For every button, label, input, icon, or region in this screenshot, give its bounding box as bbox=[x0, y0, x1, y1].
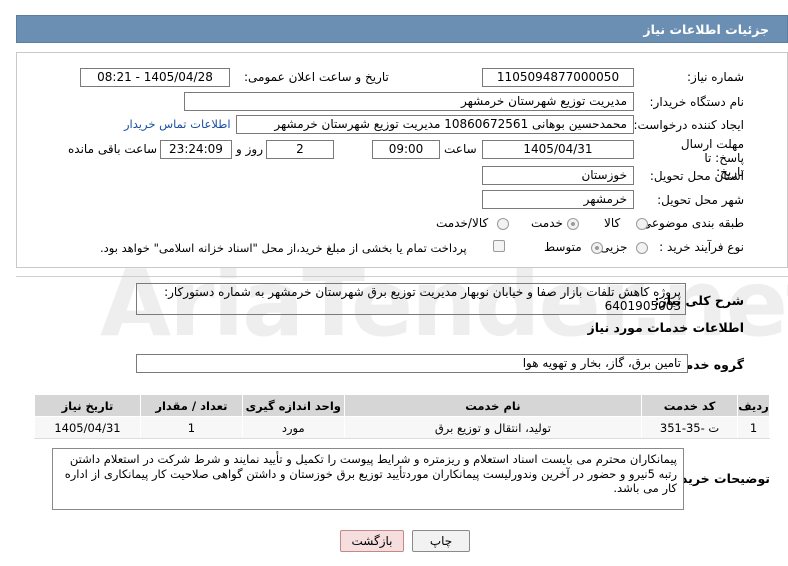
page-title: جزئیات اطلاعات نیاز bbox=[643, 22, 769, 37]
print-button[interactable]: چاپ bbox=[412, 530, 470, 552]
page-header: جزئیات اطلاعات نیاز bbox=[16, 15, 788, 43]
announce-datetime-label: تاریخ و ساعت اعلان عمومی: bbox=[244, 70, 389, 84]
province-label: استان محل تحویل: bbox=[649, 169, 744, 183]
col-unit: واحد اندازه گیری bbox=[241, 394, 345, 417]
category-option-service: خدمت bbox=[531, 216, 563, 230]
summary-field: پروژه کاهش تلفات بازار صفا و خیابان نوبه… bbox=[136, 283, 686, 315]
process-type-label: نوع فرآیند خرید : bbox=[659, 240, 744, 254]
deadline-date-field: 1405/04/31 bbox=[482, 140, 634, 159]
city-label: شهر محل تحویل: bbox=[657, 193, 744, 207]
category-radio-goods[interactable] bbox=[636, 218, 648, 230]
requester-field: محمدحسین بوهانی 10860672561 مدیریت توزیع… bbox=[236, 115, 634, 134]
process-option-minor: جزیی bbox=[600, 240, 628, 254]
need-number-field: 1105094877000050 bbox=[482, 68, 634, 87]
col-row-number: ردیف bbox=[737, 394, 770, 417]
col-need-date: تاریخ نیاز bbox=[34, 394, 141, 417]
buyer-org-field: مدیریت توزیع شهرستان خرمشهر bbox=[184, 92, 634, 111]
requester-label: ایجاد کننده درخواست: bbox=[633, 118, 744, 132]
col-service-code: کد خدمت bbox=[641, 394, 739, 417]
need-number-label: شماره نیاز: bbox=[687, 70, 744, 84]
category-option-goods: کالا bbox=[604, 216, 621, 230]
buyer-notes-field: پیمانکاران محترم می بایست اسناد استعلام … bbox=[52, 448, 684, 510]
back-button[interactable]: بازگشت bbox=[340, 530, 404, 552]
col-quantity: تعداد / مقدار bbox=[139, 394, 243, 417]
remaining-time-label: ساعت باقی مانده bbox=[68, 142, 158, 156]
deadline-days-label: روز و bbox=[236, 142, 263, 156]
deadline-time-label: ساعت bbox=[444, 142, 477, 156]
category-label: طبقه بندی موضوعی: bbox=[637, 216, 744, 230]
table-header-row: ردیف کد خدمت نام خدمت واحد اندازه گیری ت… bbox=[34, 394, 770, 417]
services-table: ردیف کد خدمت نام خدمت واحد اندازه گیری ت… bbox=[34, 394, 770, 439]
service-group-field: تامین برق، گاز، بخار و تهویه هوا bbox=[136, 354, 688, 373]
category-radio-service[interactable] bbox=[567, 218, 579, 230]
province-field: خوزستان bbox=[482, 166, 634, 185]
cell-service-name: تولید، انتقال و توزیع برق bbox=[343, 416, 643, 439]
cell-row-number: 1 bbox=[737, 416, 770, 439]
buyer-contact-link[interactable]: اطلاعات تماس خریدار bbox=[124, 117, 231, 131]
divider bbox=[16, 276, 788, 277]
cell-unit: مورد bbox=[241, 416, 345, 439]
cell-need-date: 1405/04/31 bbox=[34, 416, 141, 439]
cell-quantity: 1 bbox=[139, 416, 243, 439]
announce-datetime-field: 1405/04/28 - 08:21 bbox=[80, 68, 230, 87]
col-service-name: نام خدمت bbox=[343, 394, 643, 417]
city-field: خرمشهر bbox=[482, 190, 634, 209]
remaining-time-field: 23:24:09 bbox=[160, 140, 232, 159]
treasury-payment-checkbox[interactable] bbox=[493, 240, 505, 252]
process-radio-medium[interactable] bbox=[591, 242, 603, 254]
process-option-medium: متوسط bbox=[544, 240, 582, 254]
category-radio-goods-service[interactable] bbox=[497, 218, 509, 230]
deadline-time-field: 09:00 bbox=[372, 140, 440, 159]
process-radio-minor[interactable] bbox=[636, 242, 648, 254]
services-section-title: اطلاعات خدمات مورد نیاز bbox=[587, 320, 745, 335]
cell-service-code: ت -35-351 bbox=[641, 416, 739, 439]
deadline-days-field: 2 bbox=[266, 140, 334, 159]
table-row: 1 ت -35-351 تولید، انتقال و توزیع برق مو… bbox=[34, 416, 770, 439]
category-option-goods-service: کالا/خدمت bbox=[436, 216, 489, 230]
buyer-org-label: نام دستگاه خریدار: bbox=[649, 95, 745, 109]
treasury-payment-note: پرداخت تمام یا بخشی از مبلغ خرید،از محل … bbox=[100, 241, 467, 255]
